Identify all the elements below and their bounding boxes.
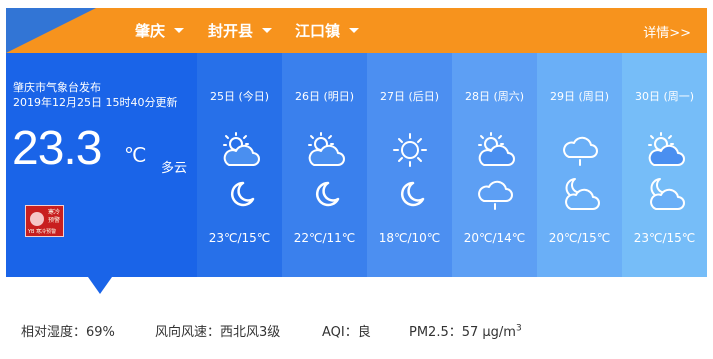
forecast-temp-range: 20℃/15℃ bbox=[548, 231, 611, 245]
county-selector[interactable]: 封开县 bbox=[208, 20, 273, 41]
temperature-unit: ℃ bbox=[124, 145, 147, 167]
partly-cloudy-night-icon bbox=[565, 178, 600, 210]
town-selector[interactable]: 江口镇 bbox=[295, 20, 360, 41]
cold-warning-icon[interactable]: 寒冷 预警 YB 寒冷预警 bbox=[25, 205, 64, 237]
current-condition: 多云 bbox=[161, 161, 188, 176]
chevron-down-icon bbox=[349, 28, 360, 33]
current-temperature: 23.3 bbox=[12, 122, 102, 175]
partly-cloudy-night-icon bbox=[650, 178, 685, 210]
warning-text-1: 寒冷 bbox=[47, 209, 60, 216]
cloudy-rain-icon bbox=[478, 180, 513, 210]
details-link[interactable]: 详情>> bbox=[643, 22, 691, 41]
current-weather-panel: 肇庆市气象台发布 2019年12月25日 15时40分更新 23.3 ℃ 多云 … bbox=[6, 53, 197, 294]
forecast-date: 28日 (周六) bbox=[464, 90, 525, 103]
forecast-temp-range: 23℃/15℃ bbox=[633, 231, 696, 245]
chevron-down-icon bbox=[174, 28, 185, 33]
clear-night-icon bbox=[400, 181, 425, 207]
humidity-stat: 相对湿度：69% bbox=[21, 325, 115, 340]
partly-cloudy-day-icon bbox=[223, 132, 260, 166]
pm25-stat: PM2.5：57 μg/m3 bbox=[409, 321, 522, 340]
partly-cloudy-day-icon bbox=[648, 132, 685, 166]
sunny-icon bbox=[393, 133, 427, 167]
publisher-text: 肇庆市气象台发布 bbox=[13, 81, 101, 94]
forecast-day-3[interactable]: 27日 (后日) 18℃/10℃ bbox=[367, 53, 452, 277]
forecast-day-4[interactable]: 28日 (周六) 20℃/14℃ bbox=[452, 53, 537, 277]
forecast-temp-range: 23℃/15℃ bbox=[208, 231, 271, 245]
forecast-temp-range: 20℃/14℃ bbox=[463, 231, 526, 245]
location-header: 肇庆 封开县 江口镇 详情>> bbox=[6, 8, 707, 53]
partly-cloudy-day-icon bbox=[308, 132, 345, 166]
county-label: 封开县 bbox=[208, 22, 254, 40]
forecast-date: 29日 (周日) bbox=[549, 90, 610, 103]
forecast-day-6[interactable]: 30日 (周一) 23℃/15℃ bbox=[622, 53, 707, 277]
forecast-temp-range: 22℃/11℃ bbox=[293, 231, 356, 245]
chevron-down-icon bbox=[262, 28, 273, 33]
city-selector[interactable]: 肇庆 bbox=[135, 20, 185, 41]
forecast-date: 27日 (后日) bbox=[379, 90, 440, 103]
aqi-stat: AQI：良 bbox=[322, 325, 371, 340]
pm25-text: PM2.5：57 μg/m bbox=[409, 325, 516, 340]
warning-dot bbox=[30, 212, 44, 226]
clear-night-icon bbox=[315, 181, 340, 207]
panel-pointer bbox=[88, 277, 112, 294]
update-time: 2019年12月25日 15时40分更新 bbox=[13, 96, 178, 109]
clear-night-icon bbox=[230, 181, 255, 207]
cloudy-rain-icon bbox=[563, 136, 598, 166]
warning-text-2: 预警 bbox=[47, 217, 60, 224]
wind-stat: 风向风速：西北风3级 bbox=[155, 325, 281, 340]
forecast-date: 30日 (周一) bbox=[634, 90, 695, 103]
forecast-date: 25日 (今日) bbox=[209, 90, 270, 103]
header-notch bbox=[6, 8, 96, 53]
forecast-day-5[interactable]: 29日 (周日) 20℃/15℃ bbox=[537, 53, 622, 277]
forecast-date: 26日 (明日) bbox=[294, 90, 355, 103]
pm25-superscript: 3 bbox=[515, 323, 522, 334]
town-label: 江口镇 bbox=[295, 22, 341, 40]
forecast-temp-range: 18℃/10℃ bbox=[378, 231, 441, 245]
warning-text-3: YB 寒冷预警 bbox=[28, 229, 57, 235]
partly-cloudy-day-icon bbox=[478, 132, 515, 166]
forecast-day-1[interactable]: 25日 (今日) 23℃/15℃ bbox=[197, 53, 282, 277]
forecast-day-2[interactable]: 26日 (明日) 22℃/11℃ bbox=[282, 53, 367, 277]
city-label: 肇庆 bbox=[135, 22, 166, 40]
